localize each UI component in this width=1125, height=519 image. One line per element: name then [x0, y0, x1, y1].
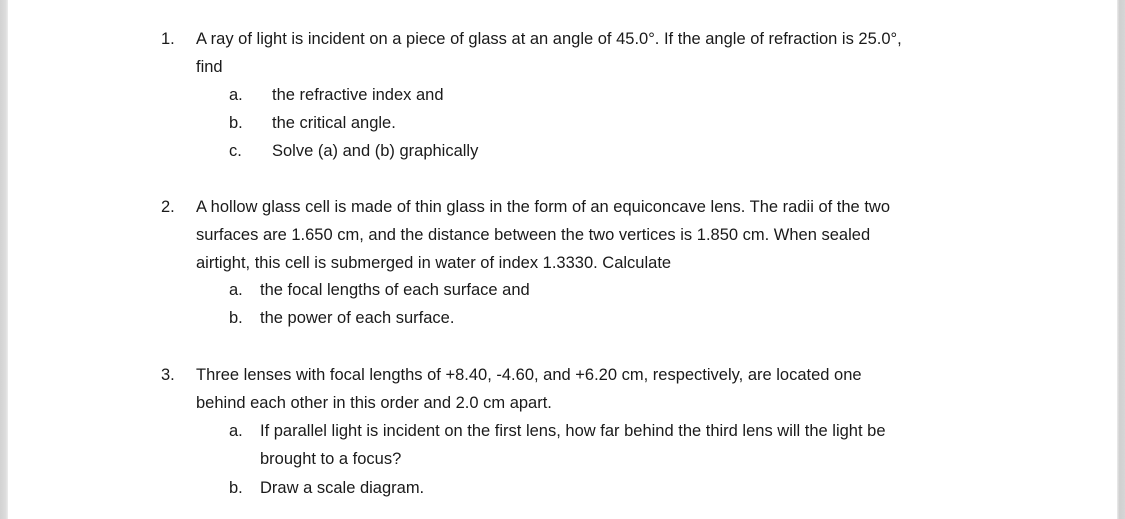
question-number: 2.: [161, 198, 175, 216]
page-edge-left: [0, 0, 8, 519]
question-number: 3.: [161, 366, 175, 384]
sub-question-text: brought to a focus?: [260, 450, 402, 468]
sub-question-label: a.: [229, 86, 243, 104]
question-line: A ray of light is incident on a piece of…: [196, 30, 902, 48]
sub-question-label: a.: [229, 422, 243, 440]
sub-question-label: c.: [229, 142, 242, 160]
sub-question-label: b.: [229, 114, 243, 132]
sub-question-label: a.: [229, 281, 243, 299]
sub-question-text: Solve (a) and (b) graphically: [272, 142, 479, 160]
document-page: 1. A ray of light is incident on a piece…: [8, 0, 1117, 519]
question-line: Three lenses with focal lengths of +8.40…: [196, 366, 862, 384]
sub-question-text: the power of each surface.: [260, 309, 455, 327]
sub-question-text: the refractive index and: [272, 86, 444, 104]
question-line: find: [196, 58, 223, 76]
sub-question-label: b.: [229, 309, 243, 327]
question-number: 1.: [161, 30, 175, 48]
page-edge-right: [1117, 0, 1125, 519]
sub-question-text: the critical angle.: [272, 114, 396, 132]
sub-question-text: the focal lengths of each surface and: [260, 281, 530, 299]
question-line: A hollow glass cell is made of thin glas…: [196, 198, 890, 216]
question-line: airtight, this cell is submerged in wate…: [196, 254, 672, 272]
question-line: behind each other in this order and 2.0 …: [196, 394, 552, 412]
sub-question-label: b.: [229, 479, 243, 497]
question-text: A hollow glass cell is made of thin glas…: [196, 193, 1016, 277]
sub-question-text: Draw a scale diagram.: [260, 479, 425, 497]
question-text: A ray of light is incident on a piece of…: [196, 25, 1016, 81]
question-line: surfaces are 1.650 cm, and the distance …: [196, 226, 871, 244]
sub-question-text: If parallel light is incident on the fir…: [260, 422, 886, 440]
question-text: Three lenses with focal lengths of +8.40…: [196, 361, 1016, 417]
